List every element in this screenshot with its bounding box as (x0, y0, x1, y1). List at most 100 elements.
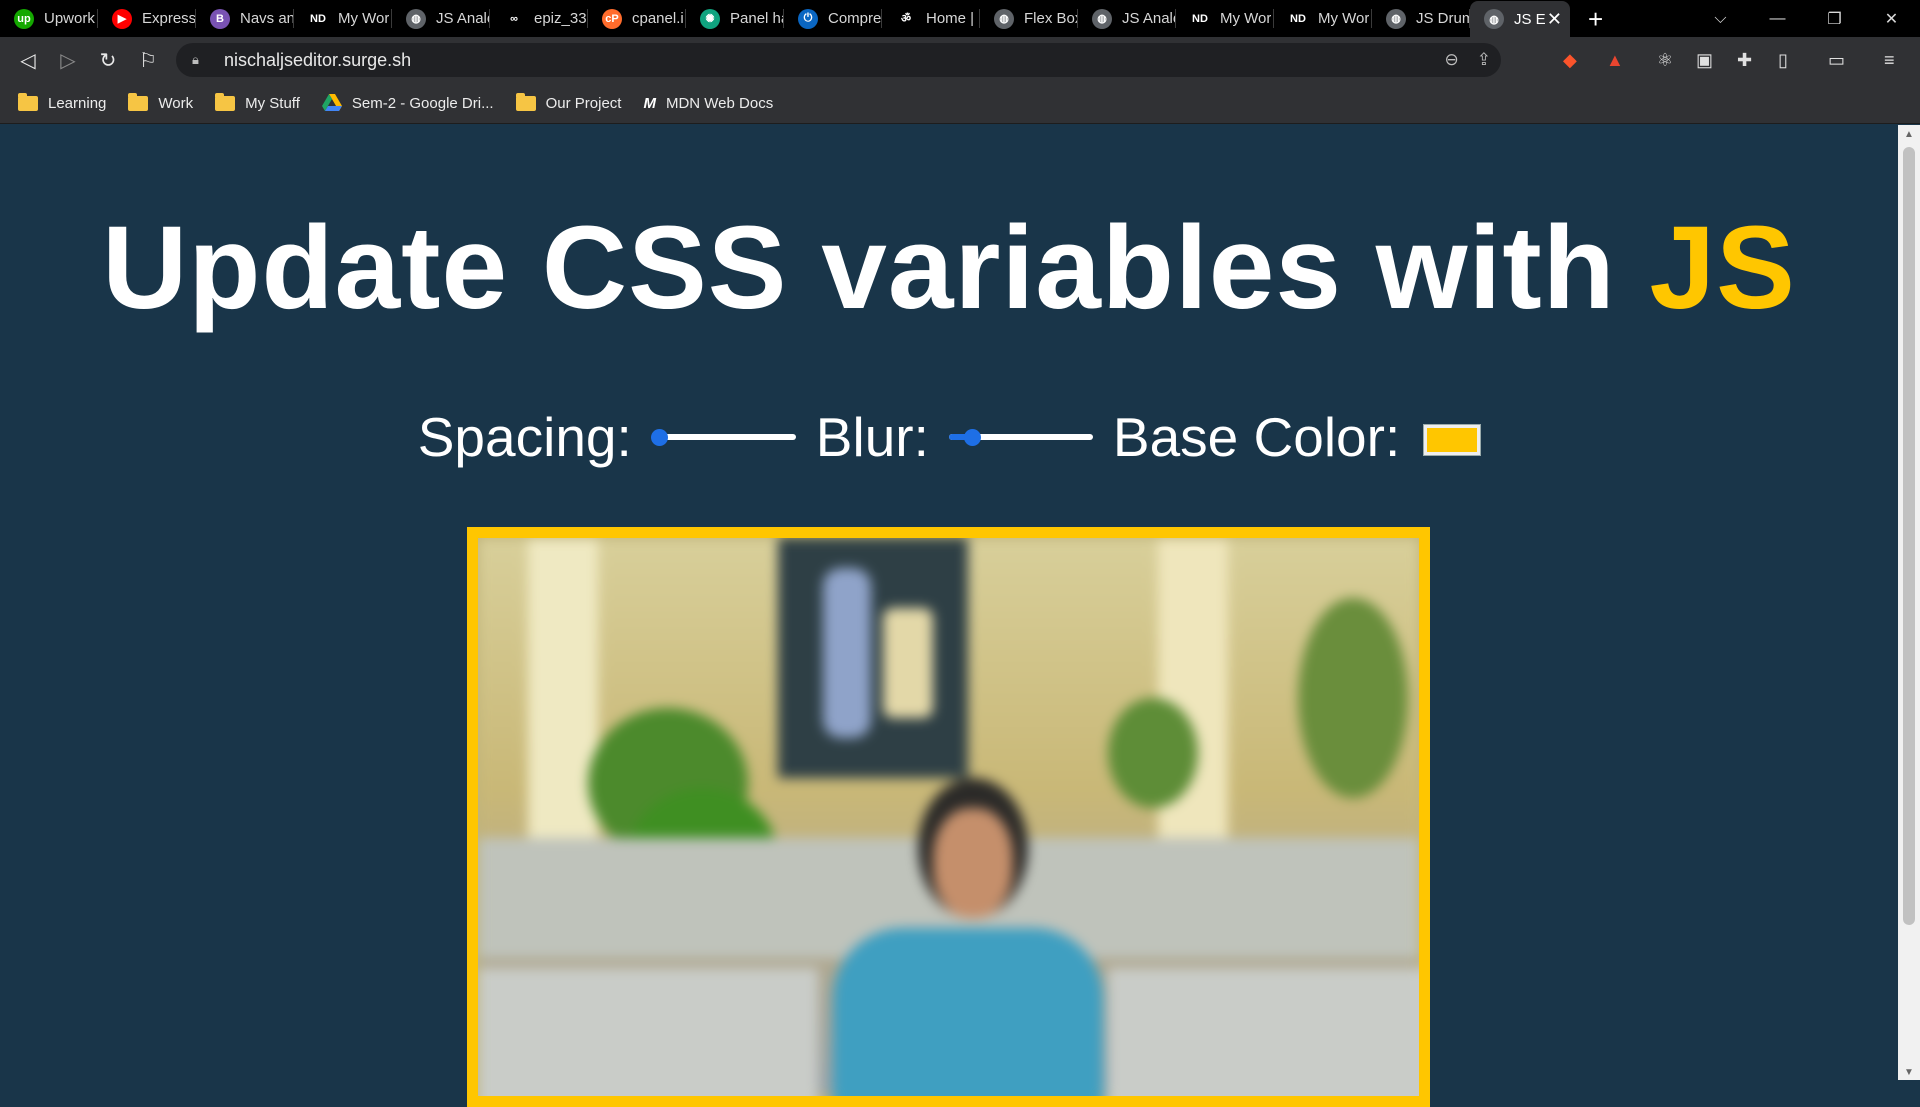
slider-track (651, 434, 796, 440)
mdn-icon: M (643, 94, 656, 112)
page-content: Update CSS variables with JS Spacing: Bl… (0, 125, 1898, 1107)
folder-icon (128, 92, 149, 111)
media-icon[interactable]: ▣ (1696, 37, 1713, 83)
cpanel-icon: cP (602, 8, 622, 29)
tab-title: Home | (926, 10, 975, 27)
close-window-button[interactable]: ✕ (1863, 9, 1920, 29)
extensions-puzzle-icon[interactable]: ✚ (1737, 37, 1752, 83)
tab-title: Navs an (240, 10, 294, 27)
page-scrollbar[interactable]: ▲ ▼ (1898, 125, 1920, 1080)
brave-rewards-icon[interactable]: ▲ (1606, 37, 1626, 83)
bookmark-label: Work (158, 94, 194, 112)
nd-icon: ND (1288, 8, 1308, 29)
scrollbar-thumb[interactable] (1903, 147, 1915, 925)
reload-button[interactable]: ↻ (88, 48, 128, 73)
tab[interactable]: cP cpanel.i (588, 0, 686, 37)
tab-active[interactable]: ◍ JS E ✕ (1470, 0, 1570, 38)
sidebar-icon[interactable]: ▯ (1778, 37, 1788, 83)
scroll-up-arrow-icon[interactable]: ▲ (1898, 129, 1920, 140)
folder-icon (18, 92, 38, 111)
slider-thumb[interactable] (650, 429, 668, 446)
tab-title: My Wor (1220, 10, 1272, 27)
minimize-button[interactable]: — (1749, 10, 1806, 28)
tab-title: Compre (828, 10, 882, 27)
forward-button[interactable]: ▷ (48, 48, 88, 73)
page-title: Update CSS variables with JS (0, 200, 1898, 336)
url-text[interactable]: nischaljseditor.surge.sh (224, 50, 411, 71)
bookmark-item[interactable]: My Stuff (215, 92, 300, 112)
tab-list: up Upwork ▶ Express B Navs an ND My Wor ◍ JS Anal… (0, 0, 1470, 37)
title-highlight: JS (1649, 202, 1796, 334)
bookmark-item[interactable]: Our Project (515, 92, 621, 112)
chatgpt-icon: ✺ (700, 8, 720, 29)
tab-title: JS Drum (1416, 10, 1470, 27)
tab[interactable]: ◍ JS Analo (392, 0, 490, 37)
share-icon[interactable]: ⇪ (1477, 50, 1491, 70)
spacing-slider[interactable] (650, 427, 796, 447)
tab[interactable]: ॐ Home | (882, 0, 980, 37)
slider-thumb[interactable] (963, 429, 981, 446)
youtube-icon: ▶ (112, 8, 132, 29)
tab-search-chevron-icon[interactable]: ⌵ (1692, 10, 1749, 28)
window-controls: ⌵ — ❐ ✕ (1692, 0, 1920, 37)
tab[interactable]: up Upwork (0, 0, 98, 37)
base-color-picker[interactable] (1424, 425, 1481, 455)
tab-title: My Wor (1318, 10, 1370, 27)
tab-title: JS Analo (436, 10, 490, 27)
power-icon: ⏻ (798, 8, 818, 29)
tab[interactable]: ✺ Panel ha (686, 0, 784, 37)
bookmarks-bar: Learning Work My Stuff Sem-2 - Google Dri..… (0, 83, 1920, 124)
google-drive-icon (321, 94, 342, 111)
bookmark-item[interactable]: Sem-2 - Google Dri... (321, 94, 494, 112)
restore-button[interactable]: ❐ (1806, 9, 1863, 29)
address-toolbar: ◁ ▷ ↻ ⚐ 🔒︎ nischaljseditor.surge.sh ⊖ ⇪ … (0, 37, 1920, 83)
om-icon: ॐ (896, 8, 916, 29)
tab[interactable]: ND My Wor (294, 0, 392, 37)
photo (467, 527, 1430, 1107)
address-bar[interactable]: 🔒︎ nischaljseditor.surge.sh ⊖ ⇪ (176, 43, 1501, 77)
folder-icon (515, 92, 536, 111)
tab-title: Express (142, 10, 196, 27)
tab[interactable]: ∞ epiz_33 (490, 0, 588, 37)
globe-icon: ◍ (1092, 8, 1112, 29)
tab-title: My Wor (338, 10, 390, 27)
tab[interactable]: ND My Wor (1274, 0, 1372, 37)
tab[interactable]: ◍ JS Analo (1078, 0, 1176, 37)
tab-title: JS E (1514, 10, 1546, 28)
base-color-label: Base Color: (1112, 406, 1401, 468)
tab[interactable]: ND My Wor (1176, 0, 1274, 37)
wallet-icon[interactable]: ▭ (1828, 37, 1845, 83)
new-tab-button[interactable]: + (1588, 6, 1603, 32)
infinity-icon: ∞ (504, 8, 524, 29)
tab-title: Flex Box (1024, 10, 1078, 27)
bookmark-label: Learning (48, 94, 107, 112)
bookmark-item[interactable]: M MDN Web Docs (643, 95, 773, 112)
nd-icon: ND (308, 8, 328, 29)
bookmark-label: Sem-2 - Google Dri... (351, 94, 494, 112)
tab[interactable]: ◍ Flex Box (980, 0, 1078, 37)
bookmark-item[interactable]: Learning (18, 92, 107, 112)
tab-title: cpanel.i (632, 10, 684, 27)
menu-icon[interactable]: ≡ (1884, 37, 1895, 83)
tab[interactable]: ▶ Express (98, 0, 196, 37)
bookmark-label: MDN Web Docs (665, 94, 774, 112)
scroll-down-arrow-icon[interactable]: ▼ (1898, 1067, 1920, 1078)
lock-icon[interactable]: 🔒︎ (192, 52, 208, 68)
tab[interactable]: ⏻ Compre (784, 0, 882, 37)
blur-slider[interactable] (948, 427, 1093, 447)
zoom-icon[interactable]: ⊖ (1445, 50, 1459, 70)
spacing-label: Spacing: (417, 406, 632, 468)
bookmark-page-button[interactable]: ⚐ (128, 48, 168, 73)
brave-shields-icon[interactable]: ◆ (1563, 37, 1583, 83)
close-tab-icon[interactable]: ✕ (1547, 9, 1562, 30)
bookmark-item[interactable]: Work (128, 92, 194, 112)
back-button[interactable]: ◁ (8, 48, 48, 73)
title-text: Update CSS variables with (102, 202, 1650, 334)
globe-icon: ◍ (994, 8, 1014, 29)
globe-icon: ◍ (1484, 9, 1504, 29)
blur-label: Blur: (815, 406, 929, 468)
tab[interactable]: ◍ JS Drum (1372, 0, 1470, 37)
extension-react-icon[interactable]: ⚛ (1657, 37, 1673, 83)
blurred-photo-scene (478, 538, 1419, 1096)
tab[interactable]: B Navs an (196, 0, 294, 37)
